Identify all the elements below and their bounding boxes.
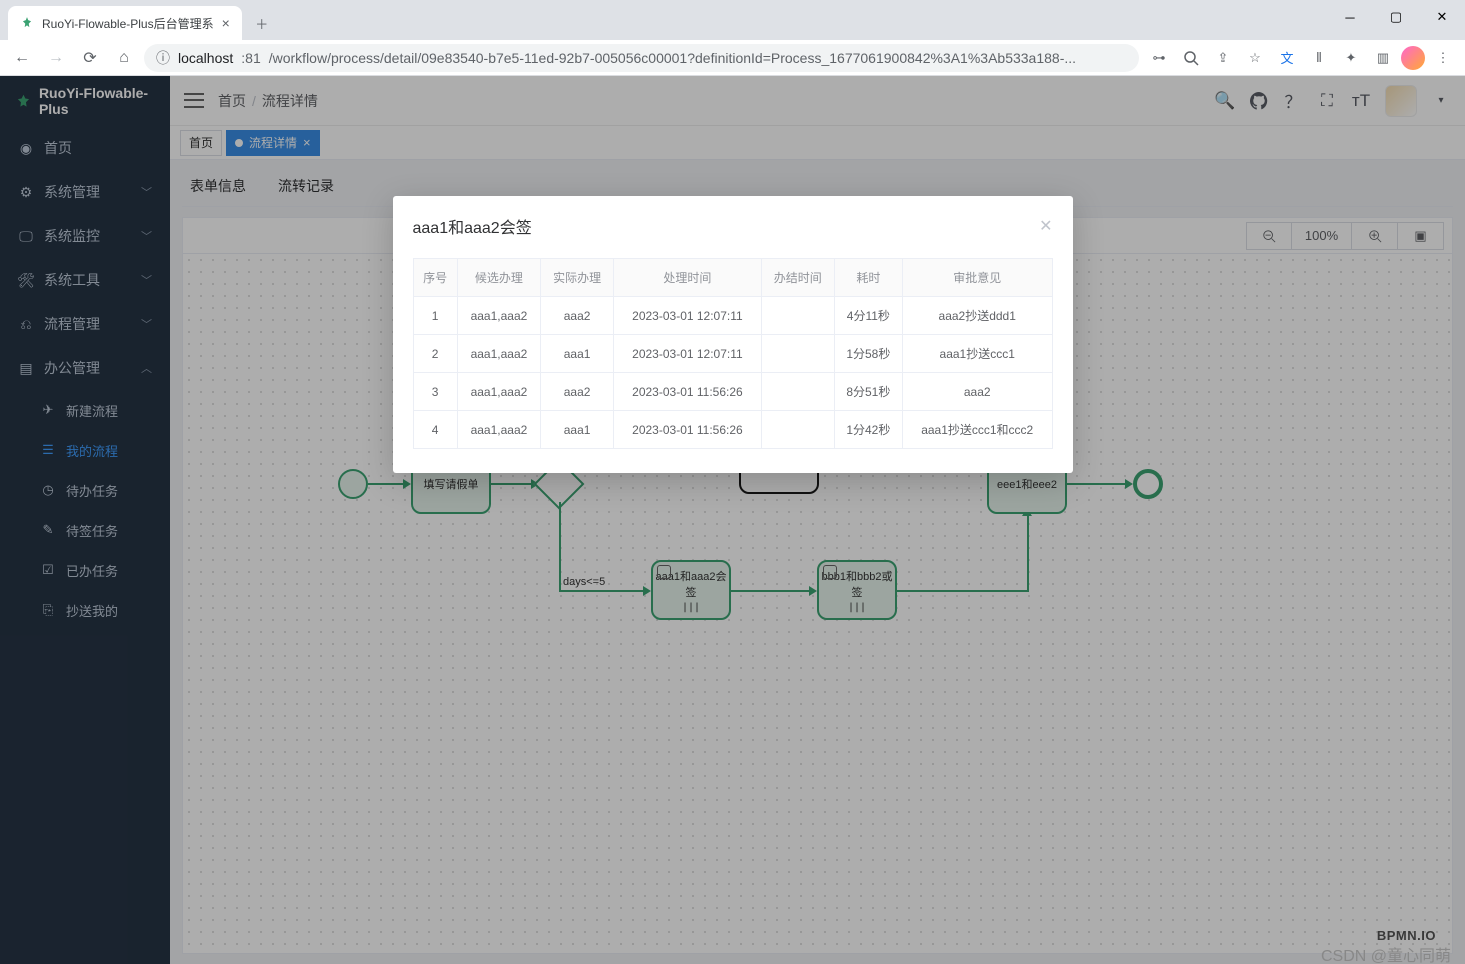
window-minimize-button[interactable]: ─ [1327, 2, 1373, 32]
modal-close-button[interactable]: ✕ [1039, 216, 1052, 236]
window-close-button[interactable]: ✕ [1419, 2, 1465, 32]
th-candidate: 候选办理 [457, 259, 540, 297]
nav-home-button[interactable]: ⌂ [110, 44, 138, 72]
browser-menu-icon[interactable]: ⋮ [1429, 44, 1457, 72]
bookmark-star-icon[interactable]: ☆ [1241, 44, 1269, 72]
ext-icon[interactable]: ⫴ [1305, 44, 1333, 72]
browser-tab[interactable]: RuoYi-Flowable-Plus后台管理系 × [8, 6, 242, 40]
sidebar-icon[interactable]: ▥ [1369, 44, 1397, 72]
window-controls: ─ ▢ ✕ [1327, 0, 1465, 34]
th-index: 序号 [413, 259, 457, 297]
site-info-icon[interactable]: ⓘ [156, 48, 170, 68]
url-host: localhost [178, 50, 233, 66]
th-comment: 审批意见 [902, 259, 1052, 297]
address-bar[interactable]: ⓘ localhost :81/workflow/process/detail/0… [144, 44, 1139, 72]
browser-toolbar: ← → ⟳ ⌂ ⓘ localhost :81/workflow/process/… [0, 40, 1465, 76]
share-icon[interactable]: ⇪ [1209, 44, 1237, 72]
password-icon[interactable]: ⊶ [1145, 44, 1173, 72]
table-row: 3aaa1,aaa2aaa22023-03-01 11:56:268分51秒aa… [413, 373, 1052, 411]
new-tab-button[interactable]: ＋ [248, 9, 276, 37]
profile-avatar[interactable] [1401, 46, 1425, 70]
translate-icon[interactable]: ⽂ [1273, 44, 1301, 72]
leaf-icon [20, 16, 34, 30]
zoom-icon[interactable] [1177, 44, 1205, 72]
url-path: /workflow/process/detail/09e83540-b7e5-1… [269, 50, 1076, 66]
nav-forward-button[interactable]: → [42, 44, 70, 72]
th-handle-time: 处理时间 [614, 259, 762, 297]
th-assignee: 实际办理 [541, 259, 614, 297]
task-history-table: 序号 候选办理 实际办理 处理时间 办结时间 耗时 审批意见 1aaa1,aaa… [413, 258, 1053, 449]
table-row: 4aaa1,aaa2aaa12023-03-01 11:56:261分42秒aa… [413, 411, 1052, 449]
nav-reload-button[interactable]: ⟳ [76, 44, 104, 72]
url-port: :81 [241, 50, 260, 66]
window-maximize-button[interactable]: ▢ [1373, 2, 1419, 32]
nav-back-button[interactable]: ← [8, 44, 36, 72]
task-detail-modal: aaa1和aaa2会签 ✕ 序号 候选办理 实际办理 处理时间 办结时间 耗时 … [393, 196, 1073, 473]
tab-title: RuoYi-Flowable-Plus后台管理系 [42, 15, 214, 32]
browser-tabstrip: RuoYi-Flowable-Plus后台管理系 × ＋ ─ ▢ ✕ [0, 0, 1465, 40]
tab-close-icon[interactable]: × [222, 15, 230, 31]
th-duration: 耗时 [834, 259, 902, 297]
puzzle-icon[interactable]: ✦ [1337, 44, 1365, 72]
modal-title: aaa1和aaa2会签 [413, 214, 532, 238]
table-row: 2aaa1,aaa2aaa12023-03-01 12:07:111分58秒aa… [413, 335, 1052, 373]
table-row: 1aaa1,aaa2aaa22023-03-01 12:07:114分11秒aa… [413, 297, 1052, 335]
th-end-time: 办结时间 [761, 259, 834, 297]
